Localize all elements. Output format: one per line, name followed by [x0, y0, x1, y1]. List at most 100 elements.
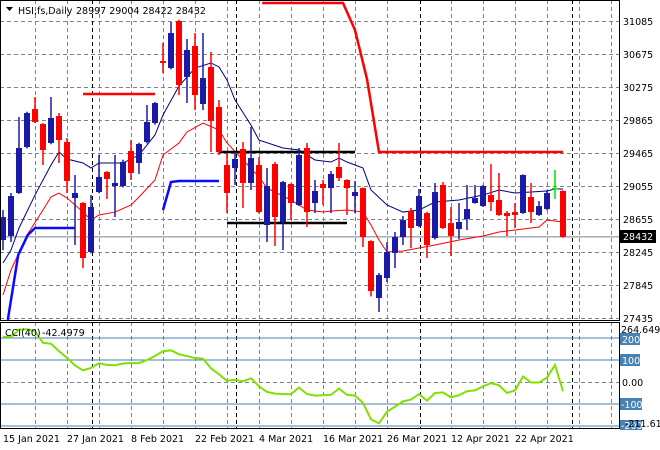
candle [368, 240, 374, 297]
candle-body [200, 78, 206, 104]
price-tick: 30275 [623, 83, 653, 94]
price-tick: 31085 [623, 17, 653, 28]
candle [8, 193, 14, 243]
candle-body [544, 193, 550, 210]
candle-body [440, 184, 446, 229]
candle-body [312, 190, 318, 204]
price-tick: 27845 [623, 281, 653, 292]
candle-body [104, 172, 110, 180]
candle-body [528, 197, 534, 213]
price-tick: 27435 [623, 314, 653, 325]
candle-body [408, 210, 414, 229]
candle-body [128, 151, 134, 173]
candle-body [416, 196, 422, 226]
date-tick: 12 Apr 2021 [451, 434, 510, 445]
candle-body [320, 183, 326, 189]
candle-body [216, 107, 222, 153]
time-axis: 15 Jan 2021 27 Jan 2021 8 Feb 2021 22 Fe… [3, 434, 574, 445]
candle-body [288, 183, 294, 204]
candle-body [32, 109, 38, 122]
candle-body [240, 148, 246, 184]
candle-body [280, 182, 286, 222]
candle-body [184, 49, 190, 77]
candle-body [248, 158, 254, 184]
date-tick: 8 Feb 2021 [131, 434, 184, 445]
candle-body [176, 21, 182, 86]
candle-body [336, 166, 342, 179]
price-tick: 28245 [623, 248, 653, 259]
candle-body [256, 165, 262, 213]
cci-level-0: 0.00 [622, 378, 643, 389]
candle-body [224, 165, 230, 194]
candle-body [304, 148, 310, 213]
candle-body [80, 203, 86, 259]
candle-body [376, 275, 382, 298]
price-tick: 29865 [623, 116, 653, 127]
cci-axis-min: -211.6146 [625, 419, 660, 430]
symbol-label: HSI,fs,Daily [18, 6, 73, 17]
candle [24, 111, 30, 149]
price-chart: HSI,fs,Daily 28997 29004 28422 28432 310… [0, 0, 660, 450]
candle-body [40, 124, 46, 150]
candle-body [72, 193, 78, 199]
candle [560, 190, 566, 238]
candle-body [328, 173, 334, 189]
candle-body [344, 179, 350, 189]
cci-level-100: 100 [622, 356, 640, 367]
date-tick: 22 Apr 2021 [515, 434, 574, 445]
candle-body [272, 164, 278, 218]
candle-body [536, 206, 542, 215]
candle [216, 100, 222, 156]
candle-body [368, 241, 374, 291]
candle [176, 19, 182, 96]
candle-body [208, 66, 214, 122]
candle-body [136, 144, 142, 163]
candle [440, 182, 446, 229]
cci-indicator-label: CCI(40) [5, 328, 41, 339]
candle-body [88, 207, 94, 253]
candle-body [392, 237, 398, 253]
candle-body [360, 188, 366, 238]
price-tick: 30675 [623, 50, 653, 61]
candle-body [24, 113, 30, 148]
candle-body [432, 192, 438, 239]
candle [544, 190, 550, 211]
candle [480, 184, 486, 207]
date-tick: 15 Jan 2021 [3, 434, 60, 445]
cci-level-200: 200 [622, 335, 640, 346]
candle-body [144, 121, 150, 142]
candle [296, 148, 302, 207]
candle-body [424, 213, 430, 246]
candle-body [352, 192, 358, 197]
candle [152, 101, 158, 125]
candle-body [120, 162, 126, 187]
candle-body [496, 200, 502, 215]
candle-body [192, 45, 198, 96]
candle-body [152, 103, 158, 124]
price-tick: 29055 [623, 182, 653, 193]
date-tick: 16 Mar 2021 [323, 434, 383, 445]
candle-body [16, 148, 22, 194]
candle-body [112, 183, 118, 187]
candle-body [48, 117, 54, 143]
candle-body [8, 196, 14, 236]
cci-indicator-value: -42.4979 [42, 328, 85, 339]
ohlc-readout: 28997 29004 28422 28432 [76, 6, 206, 17]
date-tick: 22 Feb 2021 [195, 434, 254, 445]
current-price-label: 28432 [623, 232, 653, 243]
candle-body [520, 174, 526, 214]
candle-body [480, 186, 486, 207]
candle [520, 174, 526, 214]
price-tick: 29465 [623, 149, 653, 160]
candle-body [464, 209, 470, 219]
candle-body [512, 212, 518, 215]
candle-body [296, 155, 302, 205]
date-tick: 27 Jan 2021 [67, 434, 124, 445]
candle-body [96, 176, 102, 193]
candle-body [552, 188, 558, 190]
date-tick: 26 Mar 2021 [387, 434, 447, 445]
candle-body [384, 252, 390, 279]
candle-body [168, 33, 174, 69]
candle-body [264, 186, 270, 225]
candle-body [56, 116, 62, 141]
